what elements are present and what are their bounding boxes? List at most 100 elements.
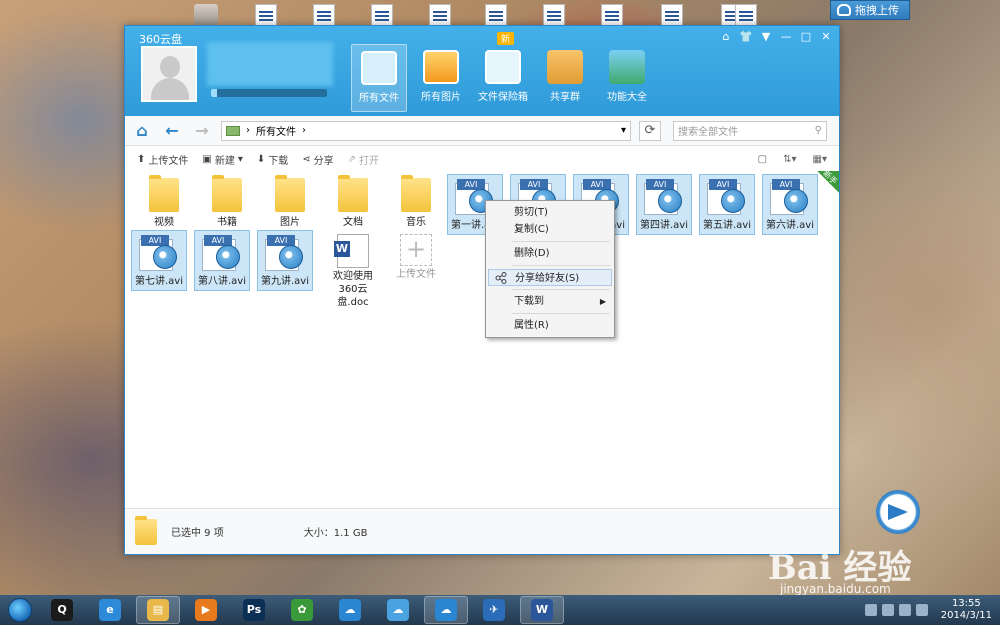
folder-icon: [275, 175, 305, 212]
watermark-url: jingyan.baidu.com: [780, 582, 891, 596]
tab-group[interactable]: 共享群: [537, 44, 593, 112]
share-icon: [495, 272, 507, 284]
share-button[interactable]: ⋖ 分享: [302, 152, 333, 167]
folder-item[interactable]: 视频: [136, 174, 192, 231]
file-name: 第七讲.avi: [134, 276, 183, 287]
refresh-button[interactable]: ⟳: [639, 120, 661, 141]
network-icon[interactable]: [898, 604, 911, 616]
home-button[interactable]: ⌂: [131, 121, 153, 141]
selection-size: 大小：1.1 GB: [303, 528, 368, 539]
start-button[interactable]: [0, 595, 40, 625]
folder-item[interactable]: 音乐: [388, 174, 444, 231]
taskbar-cloud-360[interactable]: ☁: [328, 596, 372, 624]
folder-item[interactable]: 图片: [262, 174, 318, 231]
close-icon[interactable]: ✕: [819, 30, 833, 43]
minimize-icon[interactable]: —: [779, 30, 793, 43]
menu-item-cut[interactable]: 剪切(T): [488, 204, 612, 221]
taskbar-qq[interactable]: Q: [40, 596, 84, 624]
chevron-right-icon: ›: [302, 125, 306, 136]
tab-functions[interactable]: 功能大全: [599, 44, 655, 112]
video-file-item[interactable]: AVI 第九讲.avi: [257, 230, 313, 291]
search-input[interactable]: 搜索全部文件 ⚲: [673, 120, 827, 141]
selection-count: 已选中 9 项: [171, 528, 224, 539]
file-name: 第五讲.avi: [702, 220, 751, 231]
file-name: 第九讲.avi: [260, 276, 309, 287]
avatar[interactable]: [141, 46, 197, 102]
folder-item[interactable]: 文档: [325, 174, 381, 231]
open-icon: ⇗: [347, 153, 357, 165]
home-icon[interactable]: ⌂: [719, 30, 733, 43]
taskbar-photoshop[interactable]: Ps: [232, 596, 276, 624]
chevron-down-icon[interactable]: ▾: [621, 125, 626, 136]
word-icon: W: [531, 599, 553, 621]
drag-upload-button[interactable]: 拖拽上传: [830, 0, 910, 20]
upload-file-tile[interactable]: + 上传文件: [388, 230, 444, 283]
new-user-corner-badge[interactable]: 新手: [817, 169, 839, 193]
folder-icon: [149, 175, 179, 212]
menu-item-share[interactable]: 分享给好友(S): [488, 269, 612, 286]
file-name: 图片: [280, 217, 300, 228]
file-name: 第八讲.avi: [197, 276, 246, 287]
file-name: 音乐: [406, 217, 426, 228]
sort-icon[interactable]: ⇅▾: [783, 154, 796, 165]
forward-button[interactable]: →: [191, 121, 213, 141]
taskbar-media[interactable]: ▶: [184, 596, 228, 624]
doc-file-item[interactable]: W 欢迎使用360云盘.doc: [325, 230, 381, 311]
video-file-item[interactable]: AVI 第八讲.avi: [194, 230, 250, 291]
upload-icon: ⬆: [137, 153, 146, 165]
video-file-item[interactable]: AVI 第六讲.avi: [762, 174, 818, 235]
qq-icon: Q: [51, 599, 73, 621]
cloud-baidu-icon: ☁: [387, 599, 409, 621]
taskbar-ie[interactable]: e: [88, 596, 132, 624]
preview-pane-icon[interactable]: ▢: [758, 154, 767, 165]
video-file-item[interactable]: AVI 第五讲.avi: [699, 174, 755, 235]
navigation-bar: ⌂ ← → › 所有文件 › ▾ ⟳ 搜索全部文件 ⚲: [125, 116, 839, 146]
tab-pictures[interactable]: 所有图片: [413, 44, 469, 112]
new-button[interactable]: ▣ 新建 ▾: [202, 152, 242, 167]
maximize-icon[interactable]: □: [799, 30, 813, 43]
cloud-360-icon: ☁: [339, 599, 361, 621]
quota-bar: [211, 89, 327, 97]
taskbar-cleaner[interactable]: ✿: [280, 596, 324, 624]
clock[interactable]: 13:55 2014/3/11: [941, 598, 992, 622]
volume-icon[interactable]: [915, 604, 928, 616]
taskbar-word[interactable]: W: [520, 596, 564, 624]
open-button[interactable]: ⇗ 打开: [348, 152, 379, 167]
file-name: 文档: [343, 217, 363, 228]
search-icon[interactable]: ⚲: [815, 125, 822, 136]
group-icon: [547, 50, 583, 84]
tab-cloud[interactable]: 所有文件: [351, 44, 407, 112]
taskbar-explorer[interactable]: ▤: [136, 596, 180, 624]
safe-icon: [485, 50, 521, 84]
menu-divider: [512, 289, 610, 290]
menu-icon[interactable]: ▼: [759, 30, 773, 43]
taskbar-cloud-baidu[interactable]: ☁: [376, 596, 420, 624]
back-button[interactable]: ←: [161, 121, 183, 141]
flag-icon[interactable]: [881, 604, 894, 616]
skin-icon[interactable]: 👕: [739, 30, 753, 43]
menu-item-delete[interactable]: 删除(D): [488, 245, 612, 262]
status-bar: 已选中 9 项 大小：1.1 GB: [125, 508, 839, 554]
video-file-item[interactable]: AVI 第四讲.avi: [636, 174, 692, 235]
view-grid-icon[interactable]: ▦▾: [813, 154, 827, 165]
tab-label: 共享群: [550, 92, 580, 103]
path-bar[interactable]: › 所有文件 › ▾: [221, 120, 631, 141]
folder-item[interactable]: 书籍: [199, 174, 255, 231]
menu-item-download-to[interactable]: 下载到 ▶: [488, 293, 612, 310]
menu-divider: [512, 313, 610, 314]
chevron-right-icon: ▶: [599, 297, 606, 306]
ie-icon: e: [99, 599, 121, 621]
upload-button[interactable]: ⬆ 上传文件: [137, 152, 188, 167]
functions-icon: [609, 50, 645, 84]
bird-app-icon[interactable]: [876, 490, 920, 534]
menu-item-copy[interactable]: 复制(C): [488, 221, 612, 238]
help-icon[interactable]: [864, 604, 877, 616]
download-button[interactable]: ⬇ 下载: [257, 152, 288, 167]
taskbar-cloud-360-active[interactable]: ☁: [424, 596, 468, 624]
drag-upload-label: 拖拽上传: [855, 4, 899, 17]
bird-icon: ✈: [483, 599, 505, 621]
taskbar-bird[interactable]: ✈: [472, 596, 516, 624]
video-file-item[interactable]: AVI 第七讲.avi: [131, 230, 187, 291]
tab-safe[interactable]: 文件保险箱新: [475, 32, 531, 112]
menu-item-properties[interactable]: 属性(R): [488, 317, 612, 334]
